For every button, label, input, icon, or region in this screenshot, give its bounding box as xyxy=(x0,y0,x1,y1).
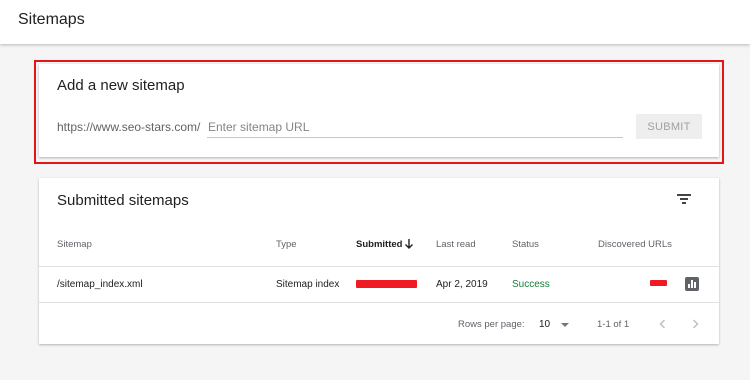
filter-icon[interactable] xyxy=(677,193,691,205)
sort-down-arrow-icon[interactable] xyxy=(404,238,414,250)
header-divider xyxy=(39,266,719,267)
row-divider xyxy=(39,302,719,303)
submitted-sitemaps-title: Submitted sitemaps xyxy=(57,192,189,209)
column-header-sitemap[interactable]: Sitemap xyxy=(57,239,92,250)
bar-chart-icon[interactable] xyxy=(685,277,699,291)
submitted-sitemaps-card: Submitted sitemaps Sitemap Type Submitte… xyxy=(39,178,719,344)
rows-per-page-label: Rows per page: xyxy=(458,319,525,330)
add-sitemap-title: Add a new sitemap xyxy=(57,77,185,94)
sitemap-url-input[interactable] xyxy=(207,116,623,138)
cell-sitemap[interactable]: /sitemap_index.xml xyxy=(57,279,143,290)
cell-type: Sitemap index xyxy=(276,279,340,290)
pagination-range: 1-1 of 1 xyxy=(597,319,630,330)
add-sitemap-card: Add a new sitemap https://www.seo-stars.… xyxy=(39,64,719,157)
page-title: Sitemaps xyxy=(18,11,85,28)
column-header-last-read[interactable]: Last read xyxy=(436,239,476,250)
column-header-discovered-urls[interactable]: Discovered URLs xyxy=(598,239,672,250)
chevron-left-icon[interactable] xyxy=(658,318,668,330)
column-header-submitted[interactable]: Submitted xyxy=(356,239,402,250)
rows-per-page-select[interactable]: 10 xyxy=(539,319,550,330)
redacted-submitted-date xyxy=(356,280,417,288)
submit-button[interactable]: SUBMIT xyxy=(636,114,702,139)
column-header-status[interactable]: Status xyxy=(512,239,539,250)
top-app-bar: Sitemaps xyxy=(0,0,750,44)
url-prefix: https://www.seo-stars.com/ xyxy=(57,120,201,134)
cell-status: Success xyxy=(512,279,550,290)
dropdown-arrow-icon[interactable] xyxy=(561,323,569,327)
chevron-right-icon[interactable] xyxy=(690,318,700,330)
cell-last-read: Apr 2, 2019 xyxy=(436,279,488,290)
redacted-discovered-urls xyxy=(650,280,667,286)
column-header-type[interactable]: Type xyxy=(276,239,297,250)
